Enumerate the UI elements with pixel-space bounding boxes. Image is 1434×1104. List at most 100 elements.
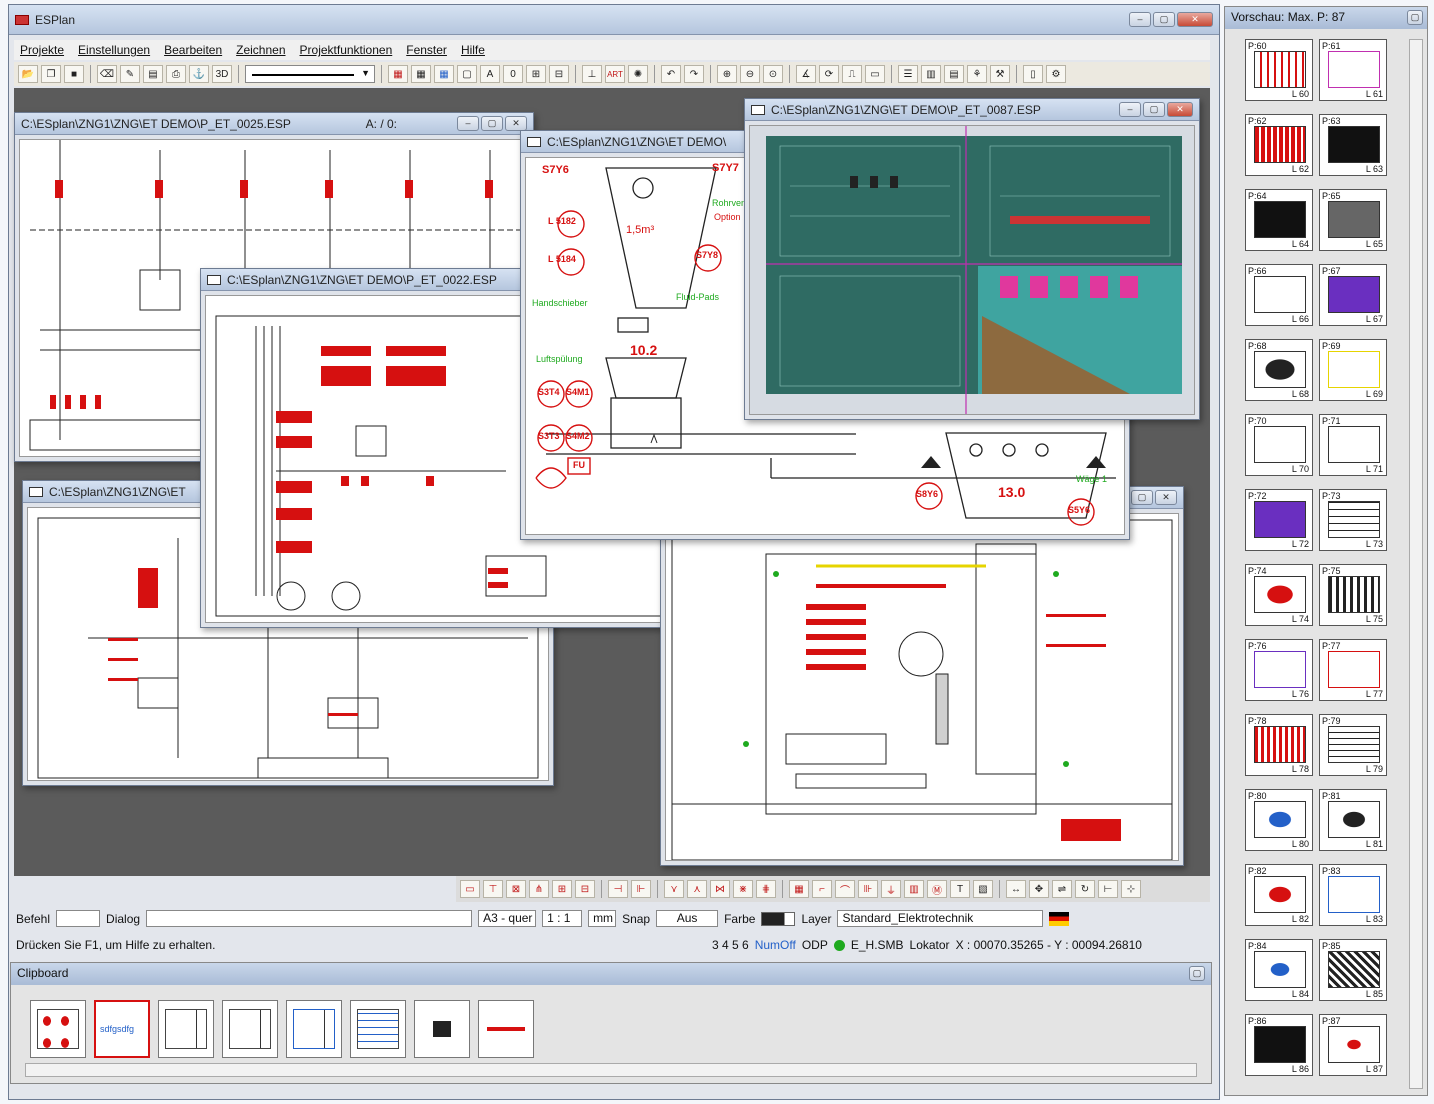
tree-icon[interactable]: ⚘ <box>967 65 987 83</box>
preview-thumbnail[interactable]: P:60 L 60 <box>1245 39 1313 101</box>
close-button[interactable]: ✕ <box>505 116 527 131</box>
clipboard-item[interactable] <box>286 1000 342 1058</box>
text-icon[interactable]: T <box>950 880 970 898</box>
preview-thumbnail[interactable]: P:66 L 66 <box>1245 264 1313 326</box>
hatch-icon[interactable]: ▧ <box>973 880 993 898</box>
clipboard-scrollbar[interactable] <box>25 1063 1197 1077</box>
maximize-button[interactable]: ▢ <box>1153 12 1175 27</box>
clipboard-item[interactable] <box>30 1000 86 1058</box>
drawing-canvas[interactable] <box>665 513 1179 861</box>
switch-pair-icon[interactable]: ⋏ <box>687 880 707 898</box>
symbol-icon[interactable]: ⊞ <box>526 65 546 83</box>
maximize-button[interactable]: ▢ <box>1143 102 1165 117</box>
list-icon[interactable]: ☰ <box>898 65 918 83</box>
external-icon[interactable]: ⊟ <box>575 880 595 898</box>
counter-label[interactable]: 0 <box>503 65 523 83</box>
view-3d-button[interactable]: 3D <box>212 65 232 83</box>
clipboard-item[interactable] <box>222 1000 278 1058</box>
node-icon[interactable]: ⋔ <box>529 880 549 898</box>
breaker-icon[interactable]: ⋇ <box>733 880 753 898</box>
clipboard-item[interactable] <box>478 1000 534 1058</box>
rotate-icon[interactable]: ⟳ <box>819 65 839 83</box>
minimize-button[interactable]: – <box>457 116 479 131</box>
zoom-window-icon[interactable]: ⊙ <box>763 65 783 83</box>
wrench-icon[interactable]: ⚒ <box>990 65 1010 83</box>
preview-thumbnail[interactable]: P:71 L 71 <box>1319 414 1387 476</box>
redo-icon[interactable]: ↷ <box>684 65 704 83</box>
text-format-icon[interactable]: A <box>480 65 500 83</box>
color-select[interactable] <box>761 911 796 926</box>
ground-icon[interactable]: ⏚ <box>881 880 901 898</box>
clipboard-item[interactable] <box>158 1000 214 1058</box>
grid-icon[interactable]: ▦ <box>411 65 431 83</box>
connect-icon[interactable]: ⊤ <box>483 880 503 898</box>
monitor-icon[interactable]: ▭ <box>460 880 480 898</box>
article-button[interactable]: ART <box>605 65 625 83</box>
print-icon[interactable]: ⎙ <box>166 65 186 83</box>
anchor-icon[interactable]: ⚓ <box>189 65 209 83</box>
preview-thumbnail[interactable]: P:87 L 87 <box>1319 1014 1387 1076</box>
clipboard-item[interactable]: sdfgsdfg <box>94 1000 150 1058</box>
page-icon[interactable]: ▭ <box>865 65 885 83</box>
snap-field[interactable]: Aus <box>656 910 719 927</box>
fuse-icon[interactable]: ⋕ <box>756 880 776 898</box>
preview-thumbnail[interactable]: P:81 L 81 <box>1319 789 1387 851</box>
preview-close-button[interactable]: ▢ <box>1407 10 1423 25</box>
measure-icon[interactable]: ∡ <box>796 65 816 83</box>
wire-icon[interactable]: ⌐ <box>812 880 832 898</box>
preview-thumbnail[interactable]: P:74 L 74 <box>1245 564 1313 626</box>
preview-thumbnail[interactable]: P:72 L 72 <box>1245 489 1313 551</box>
zoom-out-icon[interactable]: ⊖ <box>740 65 760 83</box>
close-button[interactable]: ✕ <box>1155 490 1177 505</box>
unit-field[interactable]: mm <box>588 910 617 927</box>
undo-icon[interactable]: ↶ <box>661 65 681 83</box>
preview-thumbnail[interactable]: P:70 L 70 <box>1245 414 1313 476</box>
terminal-strip-icon[interactable]: ⊪ <box>858 880 878 898</box>
drawing-window-layout[interactable]: ▢ ✕ <box>660 486 1184 866</box>
save-icon[interactable]: ■ <box>64 65 84 83</box>
window-title-bar[interactable]: C:\ESplan\ZNG1\ZNG\ET DEMO\P_ET_0087.ESP… <box>745 99 1199 121</box>
maximize-button[interactable]: ▢ <box>481 116 503 131</box>
document-icon[interactable]: ▯ <box>1023 65 1043 83</box>
layer-field[interactable]: Standard_Elektrotechnik <box>837 910 1044 927</box>
clipboard-close-button[interactable]: ▢ <box>1189 966 1205 981</box>
preview-thumbnail[interactable]: P:78 L 78 <box>1245 714 1313 776</box>
zoom-in-icon[interactable]: ⊕ <box>717 65 737 83</box>
drawing-window-0087[interactable]: C:\ESplan\ZNG1\ZNG\ET DEMO\P_ET_0087.ESP… <box>744 98 1200 420</box>
menu-item-projekte[interactable]: Projekte <box>20 43 64 57</box>
settings-icon[interactable]: ⚙ <box>1046 65 1066 83</box>
preview-thumbnail[interactable]: P:80 L 80 <box>1245 789 1313 851</box>
rotate-small-icon[interactable]: ↻ <box>1075 880 1095 898</box>
dialog-input[interactable] <box>146 910 473 927</box>
light-icon[interactable]: ✺ <box>628 65 648 83</box>
menu-item-hilfe[interactable]: Hilfe <box>461 43 485 57</box>
preview-thumbnail[interactable]: P:65 L 65 <box>1319 189 1387 251</box>
report-icon[interactable]: ▤ <box>944 65 964 83</box>
grid-red-icon[interactable]: ▦ <box>388 65 408 83</box>
symbol-library-icon[interactable]: ⊟ <box>549 65 569 83</box>
befehl-input[interactable] <box>56 910 101 927</box>
snap-icon[interactable]: ⊹ <box>1121 880 1141 898</box>
close-button[interactable]: ✕ <box>1167 102 1193 117</box>
minimize-button[interactable]: – <box>1119 102 1141 117</box>
clipboard-item[interactable] <box>414 1000 470 1058</box>
table-icon[interactable]: ▥ <box>921 65 941 83</box>
frame-icon[interactable]: ▢ <box>457 65 477 83</box>
cable-icon[interactable]: ⌒ <box>835 880 855 898</box>
copy-icon[interactable]: ❐ <box>41 65 61 83</box>
motor-icon[interactable]: Ⓜ <box>927 880 947 898</box>
preview-thumbnail[interactable]: P:68 L 68 <box>1245 339 1313 401</box>
3d-view-canvas[interactable] <box>749 125 1195 415</box>
menu-item-zeichnen[interactable]: Zeichnen <box>236 43 285 57</box>
menu-item-bearbeiten[interactable]: Bearbeiten <box>164 43 222 57</box>
preview-thumbnail[interactable]: P:84 L 84 <box>1245 939 1313 1001</box>
terminal-icon[interactable]: ⊥ <box>582 65 602 83</box>
preview-thumbnail[interactable]: P:77 L 77 <box>1319 639 1387 701</box>
preview-thumbnail[interactable]: P:76 L 76 <box>1245 639 1313 701</box>
preview-thumbnail[interactable]: P:69 L 69 <box>1319 339 1387 401</box>
preview-thumbnail[interactable]: P:75 L 75 <box>1319 564 1387 626</box>
preview-thumbnail[interactable]: P:79 L 79 <box>1319 714 1387 776</box>
contact-icon[interactable]: ⊩ <box>631 880 651 898</box>
preview-thumbnail[interactable]: P:83 L 83 <box>1319 864 1387 926</box>
clipboard-item[interactable] <box>350 1000 406 1058</box>
